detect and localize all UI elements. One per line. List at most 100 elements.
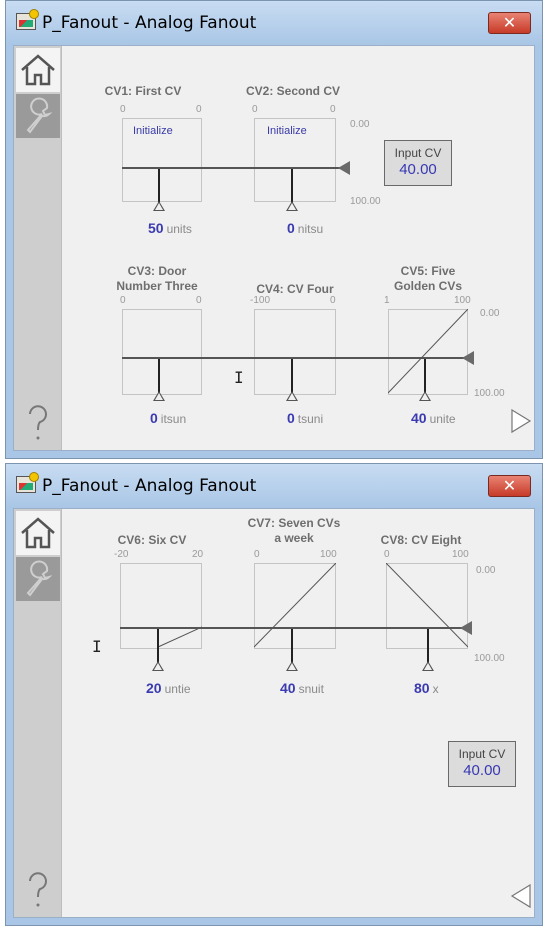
input-cv-value: 40.00 [463, 762, 501, 779]
cv-value: 80 x [414, 680, 439, 696]
initialize-button[interactable]: Initialize [267, 125, 307, 137]
cv-needle [158, 168, 160, 204]
cv-max: 100 [320, 549, 337, 560]
help-button[interactable] [16, 867, 60, 911]
home-icon [21, 54, 55, 86]
cv-panel: CV6: Six CV -20 20 20 untie I CV7: Seven … [62, 509, 534, 917]
cv-min: 0 [384, 549, 390, 560]
help-button[interactable] [16, 400, 60, 444]
cv-needle [291, 358, 293, 394]
input-cv-display: Input CV 40.00 [384, 140, 452, 186]
home-button[interactable] [16, 48, 60, 92]
close-button[interactable]: ✕ [488, 12, 531, 34]
input-cv-line [122, 357, 472, 359]
cv-max: 0 [330, 295, 336, 306]
cv-min: 0 [120, 104, 126, 115]
sidebar [14, 509, 62, 917]
cv-value: 0 tsuni [287, 410, 324, 426]
scale-max: 100.00 [474, 653, 505, 664]
input-cv-line [122, 167, 348, 169]
next-arrow-icon[interactable] [510, 408, 532, 434]
ibeam-cursor-icon: I [234, 368, 244, 387]
cv-value: 40 unite [411, 410, 456, 426]
cv-bar-box [254, 309, 336, 395]
cv-min: 0 [120, 295, 126, 306]
cv-title: CV5: Five Golden CVs [393, 264, 462, 293]
sidebar [14, 46, 62, 450]
cv-panel: CV1: First CV 0 0 Initialize 50 units CV2… [62, 46, 534, 450]
cv-needle [427, 628, 429, 664]
input-cv-display: Input CV 40.00 [448, 741, 516, 787]
app-icon [16, 9, 39, 30]
input-cv-value: 40.00 [399, 161, 437, 178]
client-area: CV6: Six CV -20 20 20 untie I CV7: Seven … [13, 508, 535, 918]
cv-transfer-line [254, 563, 336, 648]
cv-transfer-line [388, 309, 468, 394]
cv-transfer-line [157, 626, 202, 648]
scale-min: 0.00 [350, 119, 370, 130]
scale-min: 0.00 [476, 565, 496, 576]
cv-bar-box [122, 309, 202, 395]
cv-value: 20 untie [146, 680, 191, 696]
cv-min: -20 [114, 549, 129, 560]
input-cv-marker [462, 351, 474, 365]
close-button[interactable]: ✕ [488, 475, 531, 497]
cv-title: CV6: Six CV [117, 533, 187, 547]
scale-min: 0.00 [480, 308, 500, 319]
cv-min: 0 [252, 104, 258, 115]
home-button[interactable] [16, 511, 60, 555]
help-icon [29, 872, 47, 907]
maintenance-button[interactable] [16, 557, 60, 601]
previous-arrow-icon[interactable] [510, 883, 532, 909]
help-icon [29, 405, 47, 440]
cv-max: 0 [330, 104, 336, 115]
cv-value: 40 snuit [280, 680, 324, 696]
window-title: P_Fanout - Analog Fanout [42, 476, 257, 496]
cv-title: CV1: First CV [104, 84, 182, 98]
wrench-icon [26, 97, 50, 134]
client-area: CV1: First CV 0 0 Initialize 50 units CV2… [13, 45, 535, 451]
cv-target-marker [286, 661, 298, 671]
cv-max: 20 [192, 549, 204, 560]
faceplate-window-1: P_Fanout - Analog Fanout ✕ CV1: First CV… [5, 0, 543, 459]
title-bar[interactable]: P_Fanout - Analog Fanout ✕ [6, 464, 542, 508]
home-icon [21, 517, 55, 549]
cv-title: CV7: Seven CVs a week [247, 516, 341, 545]
cv-max: 0 [196, 295, 202, 306]
cv-target-marker [422, 661, 434, 671]
cv-value: 0 nitsu [287, 220, 324, 236]
cv-needle [424, 358, 426, 394]
cv-value: 0 itsun [150, 410, 187, 426]
cv-min: 0 [254, 549, 260, 560]
cv-title: CV8: CV Eight [380, 533, 462, 547]
cv-target-marker [152, 661, 164, 671]
cv-target-marker [153, 201, 165, 211]
cv-min: -100 [250, 295, 271, 306]
maintenance-button[interactable] [16, 94, 60, 138]
cv-max: 100 [454, 295, 471, 306]
input-cv-marker [338, 161, 350, 175]
wrench-icon [26, 560, 50, 597]
cv-target-marker [286, 391, 298, 401]
cv-title: CV2: Second CV [245, 84, 341, 98]
faceplate-window-2: P_Fanout - Analog Fanout ✕ CV6: Six CV -… [5, 463, 543, 926]
cv-title: CV3: Door Number Three [116, 264, 198, 293]
cv-max: 0 [196, 104, 202, 115]
cv-needle [291, 168, 293, 204]
cv-target-marker [419, 391, 431, 401]
initialize-button[interactable]: Initialize [133, 125, 173, 137]
cv-needle [158, 358, 160, 394]
cv-needle [291, 628, 293, 664]
input-cv-line [120, 627, 470, 629]
cv-value: 50 units [148, 220, 192, 236]
window-title: P_Fanout - Analog Fanout [42, 13, 257, 33]
cv-target-marker [286, 201, 298, 211]
cv-needle [157, 628, 159, 664]
cv-target-marker [153, 391, 165, 401]
title-bar[interactable]: P_Fanout - Analog Fanout ✕ [6, 1, 542, 45]
input-cv-marker [460, 621, 472, 635]
cv-min: 1 [384, 295, 390, 306]
input-cv-label: Input CV [394, 146, 442, 160]
ibeam-cursor-icon: I [92, 637, 102, 656]
scale-max: 100.00 [350, 196, 381, 207]
